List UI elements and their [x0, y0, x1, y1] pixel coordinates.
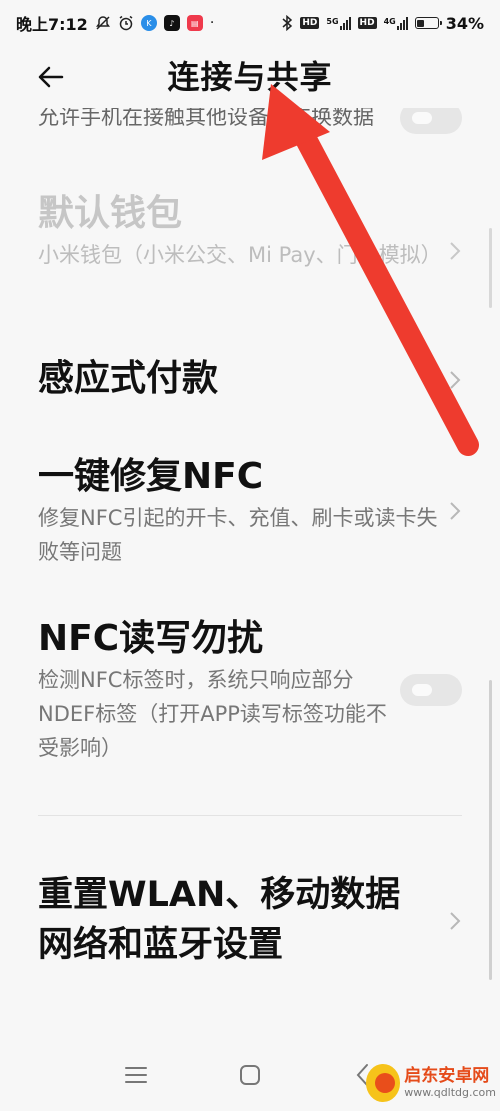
default-wallet-title: 默认钱包 [38, 193, 183, 234]
reset-network-item[interactable]: 重置WLAN、移动数据网络和蓝牙设置 [38, 870, 418, 970]
settings-list[interactable]: 允许手机在接触其他设备时交换数据 默认钱包 小米钱包（小米公交、Mi Pay、门… [0, 0, 500, 1040]
chevron-right-icon [450, 502, 461, 520]
menu-icon[interactable] [121, 1060, 151, 1090]
reset-network-title: 重置WLAN、移动数据网络和蓝牙设置 [38, 875, 401, 965]
tap-to-pay-item[interactable]: 感应式付款 [38, 355, 438, 403]
page-header: 连接与共享 [0, 46, 500, 108]
chevron-right-icon [450, 912, 461, 930]
watermark: 启东安卓网 www.qdltdg.com [366, 1059, 496, 1107]
watermark-name: 启东安卓网 [404, 1066, 490, 1086]
scroll-indicator[interactable] [489, 680, 492, 980]
section-divider [38, 815, 462, 816]
home-icon[interactable] [235, 1060, 265, 1090]
watermark-url: www.qdltdg.com [404, 1086, 496, 1099]
watermark-logo-icon [366, 1064, 401, 1102]
nfc-dnd-toggle[interactable] [400, 674, 462, 706]
scroll-indicator-top [489, 228, 492, 308]
repair-nfc-title: 一键修复NFC [38, 456, 264, 497]
repair-nfc-item[interactable]: 一键修复NFC 修复NFC引起的开卡、充值、刷卡或读卡失败等问题 [38, 453, 438, 569]
nfc-dnd-item[interactable]: NFC读写勿扰 检测NFC标签时，系统只响应部分NDEF标签（打开APP读写标签… [38, 615, 388, 765]
chevron-right-icon [450, 242, 461, 260]
default-wallet-subtitle: 小米钱包（小米公交、Mi Pay、门卡模拟） [38, 243, 442, 267]
repair-nfc-subtitle: 修复NFC引起的开卡、充值、刷卡或读卡失败等问题 [38, 506, 438, 564]
page-title: 连接与共享 [167, 58, 333, 96]
tap-to-pay-title: 感应式付款 [38, 358, 219, 399]
default-wallet-item[interactable]: 默认钱包 小米钱包（小米公交、Mi Pay、门卡模拟） [38, 190, 442, 272]
nfc-dnd-subtitle: 检测NFC标签时，系统只响应部分NDEF标签（打开APP读写标签功能不受影响） [38, 668, 387, 760]
chevron-right-icon [450, 371, 461, 389]
nfc-dnd-title: NFC读写勿扰 [38, 618, 264, 659]
